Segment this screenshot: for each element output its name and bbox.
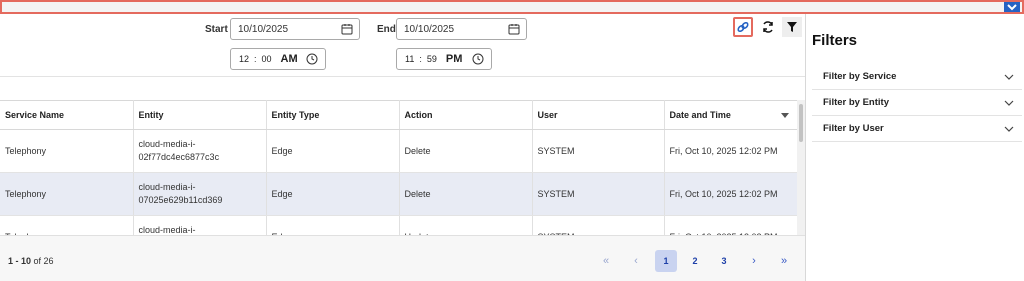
table-vertical-scrollbar[interactable] [797, 100, 805, 235]
entity-line: cloud-media-i- [138, 182, 196, 192]
end-label: End [377, 24, 396, 35]
start-ampm[interactable]: AM [281, 53, 298, 65]
end-date-input[interactable]: 10/10/2025 [396, 18, 527, 40]
expand-chevron-icon[interactable] [1004, 2, 1020, 12]
cell-entity: cloud-media-i- 02f77dc4ec6877c3c [133, 129, 267, 173]
start-minute[interactable]: 00 [262, 54, 272, 64]
start-hour[interactable]: 12 [239, 54, 249, 64]
filters-title: Filters [812, 32, 858, 49]
end-date-value: 10/10/2025 [404, 23, 455, 35]
end-ampm[interactable]: PM [446, 53, 463, 65]
toolbar-divider [0, 76, 805, 77]
prev-page-icon[interactable]: ‹ [625, 250, 647, 272]
cell-service: Telephony [0, 129, 134, 173]
cell-entity-type: Edge [266, 172, 400, 216]
next-page-icon[interactable]: › [743, 250, 765, 272]
refresh-button[interactable] [758, 17, 778, 37]
filter-label: Filter by User [823, 123, 884, 134]
filter-toggle-button[interactable] [782, 17, 802, 37]
page-button-3[interactable]: 3 [713, 250, 735, 272]
entity-line: 07025e629b11cd369 [138, 195, 223, 205]
record-count: 1 - 10 of 26 [8, 256, 54, 266]
chevron-down-icon [1004, 74, 1014, 80]
cell-action: Delete [399, 172, 533, 216]
calendar-icon[interactable] [341, 23, 353, 35]
time-separator: : [419, 54, 422, 64]
time-separator: : [254, 54, 257, 64]
start-label: Start [205, 24, 228, 35]
column-header-service[interactable]: Service Name [0, 100, 134, 130]
column-header-datetime[interactable]: Date and Time [664, 100, 797, 130]
entity-line: cloud-media-i- [138, 139, 196, 149]
audit-table: Service Name Entity Entity Type Action U… [0, 100, 797, 249]
column-header-datetime-label: Date and Time [669, 110, 731, 120]
pagination-bar: 1 - 10 of 26 « ‹ 1 2 3 › » [0, 235, 805, 281]
sort-desc-icon[interactable] [781, 113, 789, 118]
column-header-entity-type[interactable]: Entity Type [266, 100, 400, 130]
table-row[interactable]: Telephony cloud-media-i- 02f77dc4ec6877c3… [0, 129, 797, 173]
column-header-user[interactable]: User [532, 100, 665, 130]
table-header-row: Service Name Entity Entity Type Action U… [0, 100, 797, 130]
table-row[interactable]: Telephony cloud-media-i- 07025e629b11cd36… [0, 172, 797, 216]
cell-action: Delete [399, 129, 533, 173]
top-bar [0, 0, 1024, 14]
cell-service: Telephony [0, 172, 134, 216]
filter-by-entity[interactable]: Filter by Entity [812, 90, 1022, 116]
filter-label: Filter by Service [823, 71, 897, 82]
cell-user: SYSTEM [532, 172, 665, 216]
start-time-input[interactable]: 12 : 00 AM [230, 48, 326, 70]
filter-by-service[interactable]: Filter by Service [812, 64, 1022, 90]
link-icon [737, 21, 749, 33]
page-button-1[interactable]: 1 [655, 250, 677, 272]
first-page-icon[interactable]: « [595, 250, 617, 272]
cell-user: SYSTEM [532, 129, 665, 173]
refresh-icon [763, 21, 773, 33]
column-header-entity[interactable]: Entity [133, 100, 267, 130]
filter-by-user[interactable]: Filter by User [812, 116, 1022, 142]
last-page-icon[interactable]: » [773, 250, 795, 272]
chevron-down-icon [1004, 126, 1014, 132]
filter-icon [787, 22, 797, 32]
cell-datetime: Fri, Oct 10, 2025 12:02 PM [664, 172, 797, 216]
end-hour[interactable]: 11 [405, 54, 414, 64]
calendar-icon[interactable] [508, 23, 520, 35]
cell-entity-type: Edge [266, 129, 400, 173]
audit-table-container: Service Name Entity Entity Type Action U… [0, 100, 805, 249]
column-header-action[interactable]: Action [399, 100, 533, 130]
start-date-value: 10/10/2025 [238, 23, 289, 35]
clock-icon[interactable] [306, 53, 318, 65]
entity-line: 02f77dc4ec6877c3c [138, 152, 220, 162]
copy-link-button[interactable] [733, 17, 753, 37]
record-total: of 26 [33, 256, 54, 266]
filters-panel: Filters Filter by Service Filter by Enti… [806, 14, 1024, 281]
cell-entity: cloud-media-i- 07025e629b11cd369 [133, 172, 267, 216]
filter-label: Filter by Entity [823, 97, 889, 108]
clock-icon[interactable] [472, 53, 484, 65]
start-date-input[interactable]: 10/10/2025 [230, 18, 360, 40]
page-button-2[interactable]: 2 [684, 250, 706, 272]
scrollbar-thumb[interactable] [799, 104, 803, 142]
record-range: 1 - 10 [8, 256, 32, 266]
cell-datetime: Fri, Oct 10, 2025 12:02 PM [664, 129, 797, 173]
chevron-down-icon [1004, 100, 1014, 106]
end-time-input[interactable]: 11 : 59 PM [396, 48, 492, 70]
end-minute[interactable]: 59 [427, 54, 437, 64]
